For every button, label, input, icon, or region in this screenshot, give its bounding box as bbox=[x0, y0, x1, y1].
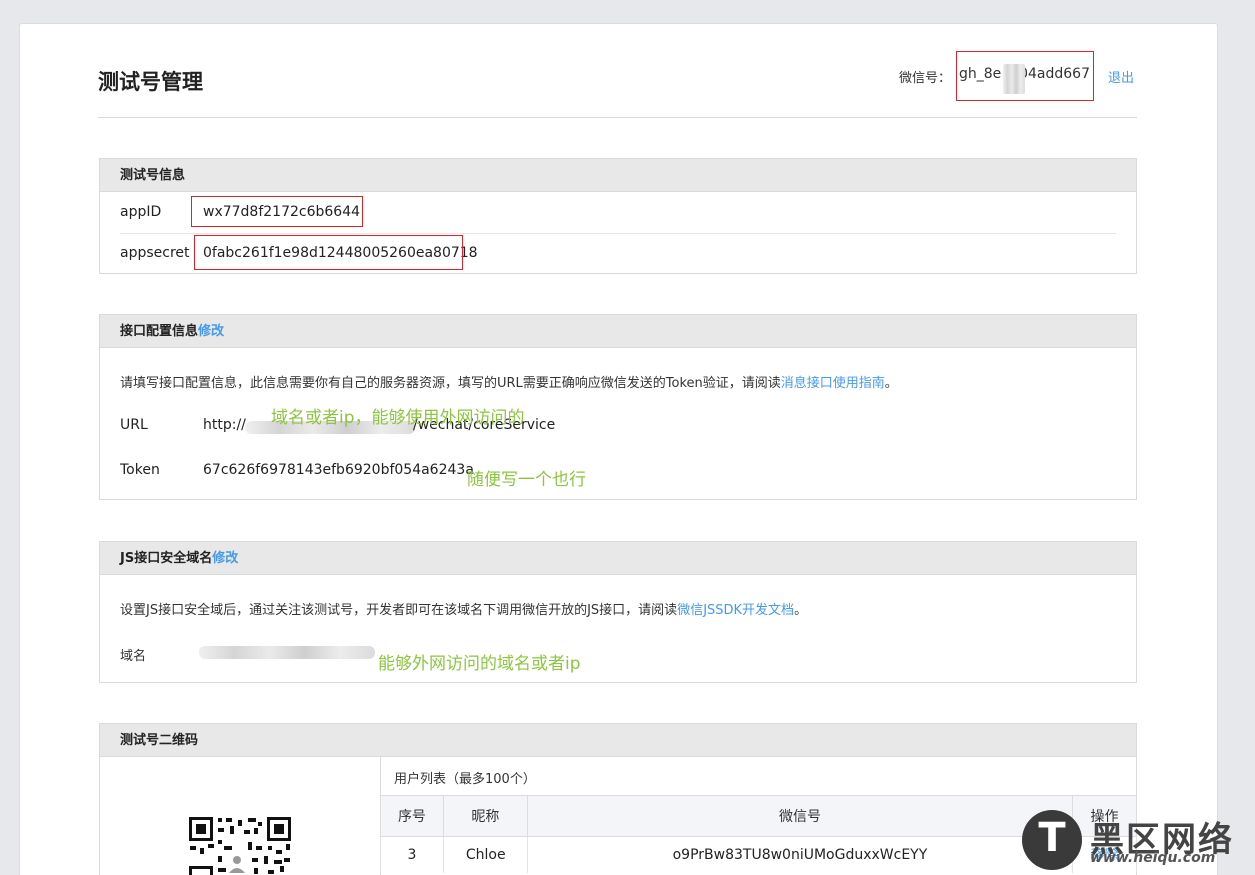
cell-nickname: Chloe bbox=[442, 836, 528, 873]
watermark-url: www.heiqu.com bbox=[1090, 850, 1216, 866]
highlight-box-appid bbox=[191, 196, 363, 227]
domain-annotation: 能够外网访问的域名或者ip bbox=[378, 654, 581, 674]
js-domain-description: 设置JS接口安全域后，通过关注该测试号，开发者即可在该域名下调用微信开放的JS接… bbox=[120, 599, 807, 618]
url-prefix: http:// bbox=[203, 417, 246, 433]
description-end: 。 bbox=[794, 603, 808, 618]
cell-wechat-id: o9PrBw83TU8w0niUMoGduxxWcEYY bbox=[526, 836, 1074, 873]
qrcode-image bbox=[188, 816, 292, 875]
watermark-logo: T bbox=[1022, 810, 1082, 870]
description-text: 请填写接口配置信息，此信息需要你有自己的服务器资源，填写的URL需要正确响应微信… bbox=[120, 376, 781, 391]
panel-heading-text: JS接口安全域名 bbox=[120, 551, 213, 566]
description-text: 设置JS接口安全域后，通过关注该测试号，开发者即可在该域名下调用微信开放的JS接… bbox=[120, 603, 678, 618]
edit-api-config-link[interactable]: 修改 bbox=[198, 324, 224, 339]
api-config-panel: 接口配置信息修改 请填写接口配置信息，此信息需要你有自己的服务器资源，填写的UR… bbox=[99, 314, 1137, 500]
page-title: 测试号管理 bbox=[98, 70, 203, 94]
logout-link[interactable]: 退出 bbox=[1108, 67, 1134, 86]
panel-heading: JS接口安全域名修改 bbox=[100, 542, 1136, 575]
panel-heading-text: 测试号信息 bbox=[120, 168, 186, 183]
token-value: 67c626f6978143efb6920bf054a6243a bbox=[203, 462, 474, 478]
cell-index: 3 bbox=[380, 836, 444, 873]
url-annotation: 域名或者ip，能够使用外网访问的 bbox=[271, 408, 525, 428]
site-watermark: T 黑区网络 www.heiqu.com bbox=[1020, 808, 1250, 870]
token-label: Token bbox=[120, 462, 160, 478]
panel-heading: 接口配置信息修改 bbox=[100, 315, 1136, 348]
panel-heading-text: 测试号二维码 bbox=[120, 733, 199, 748]
user-list-title: 用户列表（最多100个） bbox=[394, 772, 536, 787]
jssdk-docs-link[interactable]: 微信JSSDK开发文档 bbox=[677, 603, 794, 618]
domain-label: 域名 bbox=[120, 649, 147, 664]
appid-label: appID bbox=[120, 204, 162, 220]
header-divider bbox=[98, 117, 1137, 118]
row-divider bbox=[120, 233, 1116, 234]
appsecret-label: appsecret bbox=[120, 245, 190, 261]
column-header-nickname: 昵称 bbox=[442, 795, 528, 837]
panel-heading: 测试号信息 bbox=[100, 159, 1136, 192]
redaction-blur bbox=[1003, 64, 1025, 94]
panel-heading: 测试号二维码 bbox=[100, 724, 1136, 757]
token-annotation: 随便写一个也行 bbox=[467, 470, 586, 490]
highlight-box-wechat-id bbox=[956, 51, 1094, 101]
column-header-index: 序号 bbox=[380, 795, 444, 837]
panel-heading-text: 接口配置信息 bbox=[120, 324, 199, 339]
redaction-blur bbox=[199, 646, 375, 659]
description-end: 。 bbox=[884, 376, 898, 391]
js-safe-domain-panel: JS接口安全域名修改 设置JS接口安全域后，通过关注该测试号，开发者即可在该域名… bbox=[99, 541, 1137, 683]
message-api-guide-link[interactable]: 消息接口使用指南 bbox=[781, 376, 885, 391]
edit-js-domain-link[interactable]: 修改 bbox=[212, 551, 238, 566]
highlight-box-appsecret bbox=[194, 235, 463, 270]
wechat-label: 微信号： bbox=[899, 71, 952, 86]
url-label: URL bbox=[120, 417, 148, 433]
column-header-wechat-id: 微信号 bbox=[526, 795, 1074, 837]
api-config-description: 请填写接口配置信息，此信息需要你有自己的服务器资源，填写的URL需要正确响应微信… bbox=[120, 372, 898, 391]
